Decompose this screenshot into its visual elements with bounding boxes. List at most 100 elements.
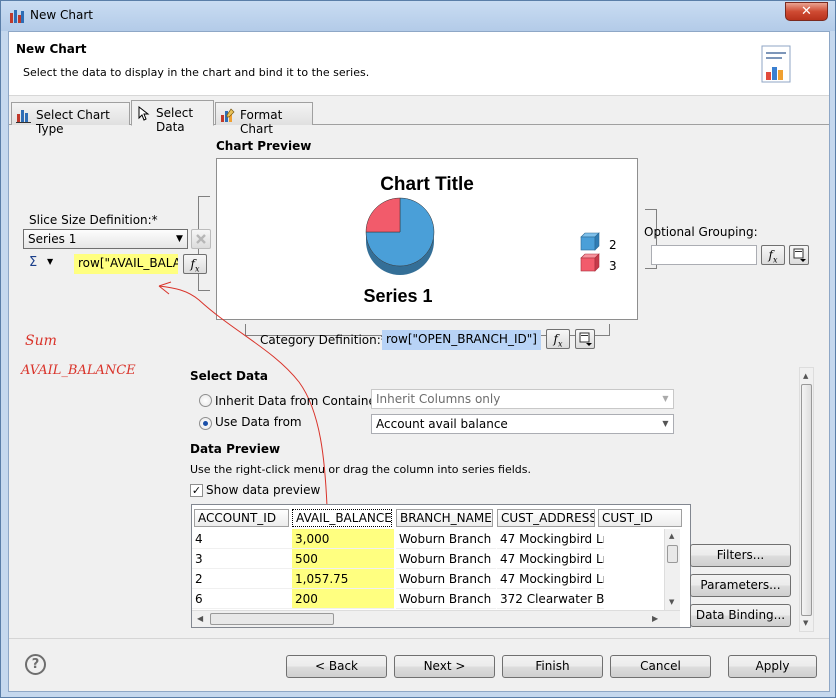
wizard-client: New Chart Select the data to display in … [8, 31, 830, 692]
pie-slice-3 [365, 197, 401, 233]
table-cell: Woburn Branch [396, 569, 496, 589]
data-preview-heading: Data Preview [190, 442, 281, 456]
optional-grouping-label: Optional Grouping: [644, 225, 758, 239]
data-set-select[interactable]: Account avail balance ▼ [371, 414, 674, 434]
scroll-down-icon[interactable]: ▼ [669, 598, 674, 606]
slice-size-label: Slice Size Definition:* [29, 213, 158, 227]
next-button[interactable]: Next > [394, 655, 495, 678]
scroll-up-icon[interactable]: ▲ [803, 372, 808, 380]
series-select-value: Series 1 [28, 232, 77, 246]
finish-button[interactable]: Finish [502, 655, 603, 678]
category-menu-button[interactable] [575, 329, 595, 349]
series-label: Series 1 [363, 286, 432, 306]
legend-item: 2 [580, 232, 617, 252]
table-cell: 1,057.75 [292, 569, 394, 589]
legend-label: 2 [609, 238, 617, 252]
table-cell: 2 [192, 569, 292, 589]
chart-app-icon [10, 10, 24, 23]
data-preview-grid: ACCOUNT_ID AVAIL_BALANCE BRANCH_NAME CUS… [191, 504, 691, 628]
tab-select-chart-type[interactable]: Select Chart Type [11, 102, 130, 136]
wizard-title: New Chart [16, 42, 87, 56]
tab-label: Select Data [156, 106, 194, 134]
scroll-down-icon[interactable]: ▼ [803, 619, 808, 627]
table-cell: Woburn Branch [396, 529, 496, 549]
inherit-data-radio[interactable] [199, 394, 212, 407]
column-header[interactable]: CUST_ADDRESS [497, 509, 595, 527]
tab-format-chart[interactable]: Format Chart [215, 102, 313, 136]
dropdown-menu-icon [579, 332, 592, 346]
data-binding-button[interactable]: Data Binding... [690, 604, 791, 627]
legend-item: 3 [580, 253, 617, 273]
window-title: New Chart [30, 8, 93, 22]
parameters-button[interactable]: Parameters... [690, 574, 791, 597]
inherit-data-label: Inherit Data from Container [215, 394, 381, 408]
column-header[interactable]: BRANCH_NAME [396, 509, 493, 527]
show-data-preview-label: Show data preview [206, 483, 321, 497]
inherit-columns-value: Inherit Columns only [376, 392, 501, 406]
wizard-subtitle: Select the data to display in the chart … [23, 66, 370, 79]
scroll-left-icon[interactable]: ◀ [197, 614, 203, 623]
inherit-columns-select[interactable]: Inherit Columns only ▼ [371, 389, 674, 409]
dropdown-arrow-icon: ▼ [658, 390, 673, 408]
window-close-button[interactable]: ✕ [785, 2, 828, 21]
aggregate-dropdown-icon[interactable]: ▼ [47, 257, 53, 266]
tab-label: Select Chart Type [36, 108, 110, 136]
scroll-thumb[interactable] [210, 613, 334, 625]
use-data-from-label: Use Data from [215, 415, 302, 429]
back-button[interactable]: < Back [286, 655, 387, 678]
column-header[interactable]: ACCOUNT_ID [194, 509, 289, 527]
table-cell: 47 Mockingbird Lr 1 [497, 569, 604, 589]
apply-button[interactable]: Apply [728, 655, 817, 678]
table-cell: 6 [192, 589, 292, 609]
scroll-right-icon[interactable]: ▶ [652, 614, 658, 623]
footer-divider [9, 638, 829, 639]
select-data-heading: Select Data [190, 369, 268, 383]
grid-horizontal-scrollbar[interactable]: ◀ ▶ [192, 610, 680, 627]
fx-icon: fx [768, 248, 778, 265]
delete-icon [196, 234, 206, 244]
filters-button[interactable]: Filters... [690, 544, 791, 567]
wizard-tabs: Select Chart Type Select Data Format Cha… [9, 100, 829, 136]
table-cell: 47 Mockingbird Lr 1 [497, 529, 604, 549]
column-header[interactable]: AVAIL_BALANCE [292, 509, 392, 527]
wizard-chart-icon [761, 45, 791, 83]
dropdown-arrow-icon: ▼ [658, 415, 673, 433]
scroll-up-icon[interactable]: ▲ [669, 532, 674, 540]
table-cell: Woburn Branch [396, 589, 496, 609]
category-expression-builder-button[interactable]: fx [546, 329, 570, 349]
aggregate-sigma-icon[interactable]: Σ [29, 255, 37, 270]
show-data-preview-checkbox[interactable]: ✓ [190, 484, 203, 497]
grid-vertical-scrollbar[interactable]: ▲ ▼ [664, 529, 680, 610]
series-select[interactable]: Series 1 ▼ [23, 229, 188, 249]
slice-expression-builder-button[interactable]: fx [183, 254, 207, 274]
dropdown-menu-icon [793, 248, 806, 262]
table-cell: 372 Clearwater Blv 2 [497, 589, 604, 609]
table-cell: 200 [292, 589, 394, 609]
use-data-from-radio[interactable] [199, 417, 212, 430]
slice-expression-field[interactable]: row["AVAIL_BALAN [74, 254, 178, 274]
table-cell: 3,000 [292, 529, 394, 549]
help-icon[interactable]: ? [25, 654, 46, 675]
grouping-input[interactable] [651, 245, 757, 265]
grouping-menu-button[interactable] [789, 245, 809, 265]
legend-label: 3 [609, 259, 617, 273]
table-cell: 3 [192, 549, 292, 569]
annotation-arrow [158, 281, 328, 507]
category-expression-field[interactable]: row["OPEN_BRANCH_ID"] [382, 330, 541, 350]
dropdown-arrow-icon: ▼ [176, 234, 183, 244]
select-data-icon [138, 106, 150, 121]
chart-preview-heading: Chart Preview [216, 139, 312, 153]
data-preview-hint: Use the right-click menu or drag the col… [190, 463, 532, 476]
scroll-thumb[interactable] [801, 384, 812, 616]
new-chart-window: New Chart ✕ New Chart Select the data to… [0, 0, 836, 698]
tab-select-data[interactable]: Select Data [131, 100, 214, 134]
grouping-expression-builder-button[interactable]: fx [761, 245, 785, 265]
annotation-avail-balance: AVAIL_BALANCE [21, 363, 136, 378]
scroll-thumb[interactable] [667, 545, 678, 563]
wizard-header: New Chart Select the data to display in … [9, 32, 829, 96]
panel-vertical-scrollbar[interactable]: ▲ ▼ [799, 367, 814, 632]
remove-series-button[interactable] [191, 229, 211, 249]
column-header[interactable]: CUST_ID [598, 509, 682, 527]
fx-icon: fx [553, 332, 563, 349]
cancel-button[interactable]: Cancel [610, 655, 711, 678]
